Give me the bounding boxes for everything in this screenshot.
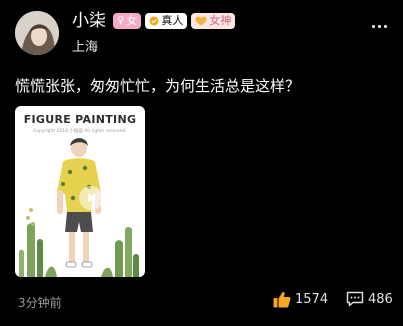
- comment-icon: [346, 291, 364, 307]
- like-count: 1574: [295, 292, 329, 307]
- avatar[interactable]: [15, 11, 59, 55]
- media-title: FIGURE PAINTING: [23, 113, 137, 126]
- verified-badge-label: 真人: [161, 14, 184, 27]
- goddess-badge-label: 女神: [209, 14, 232, 27]
- post-media-card[interactable]: FIGURE PAINTING Copyright 2018 小插画 All r…: [15, 106, 145, 277]
- gender-badge-label: 女: [126, 14, 138, 27]
- thumbs-up-icon: [273, 291, 291, 308]
- more-options-icon[interactable]: [372, 25, 387, 28]
- verified-icon: [149, 16, 159, 26]
- comment-button[interactable]: 486: [346, 291, 393, 307]
- like-button[interactable]: 1574: [273, 291, 328, 308]
- post-text: 慌慌张张，匆匆忙忙，为何生活总是这样？: [15, 77, 301, 95]
- gender-badge: ♀ 女: [113, 13, 142, 29]
- username[interactable]: 小柒: [72, 10, 106, 32]
- badge-row: ♀ 女 真人 女神: [113, 13, 236, 29]
- heart-icon: [195, 16, 207, 26]
- comment-count: 486: [368, 291, 393, 307]
- avatar-image: [15, 11, 59, 55]
- female-icon: ♀: [117, 15, 125, 26]
- play-icon[interactable]: [79, 186, 103, 210]
- post-time: 3分钟前: [18, 296, 62, 310]
- user-location: 上海: [72, 40, 99, 55]
- verified-badge: 真人: [145, 13, 188, 29]
- goddess-badge: 女神: [191, 13, 236, 29]
